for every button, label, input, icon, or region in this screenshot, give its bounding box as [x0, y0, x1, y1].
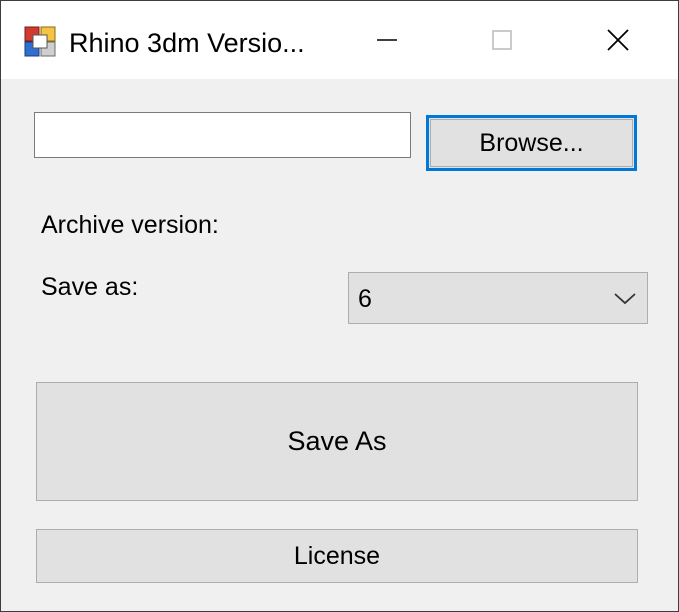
chevron-down-icon	[614, 293, 636, 305]
minimize-button[interactable]	[337, 1, 437, 79]
browse-button[interactable]: Browse...	[426, 115, 637, 171]
license-button[interactable]: License	[36, 529, 638, 583]
rhino-app-icon	[24, 26, 56, 57]
app-window: Rhino 3dm Versio... Browse... Archive ve…	[0, 0, 679, 612]
save-as-version-value: 6	[358, 285, 372, 313]
maximize-icon	[492, 30, 512, 50]
maximize-button[interactable]	[452, 1, 552, 79]
file-path-input[interactable]	[34, 112, 411, 158]
save-as-button[interactable]: Save As	[36, 382, 638, 501]
window-title: Rhino 3dm Versio...	[69, 28, 305, 58]
save-as-version-select[interactable]: 6	[348, 272, 648, 324]
minimize-icon	[377, 39, 397, 41]
close-icon	[607, 29, 629, 51]
title-bar[interactable]: Rhino 3dm Versio...	[1, 1, 678, 79]
archive-version-label: Archive version:	[41, 211, 219, 239]
close-button[interactable]	[568, 1, 668, 79]
save-as-label: Save as:	[41, 273, 139, 301]
